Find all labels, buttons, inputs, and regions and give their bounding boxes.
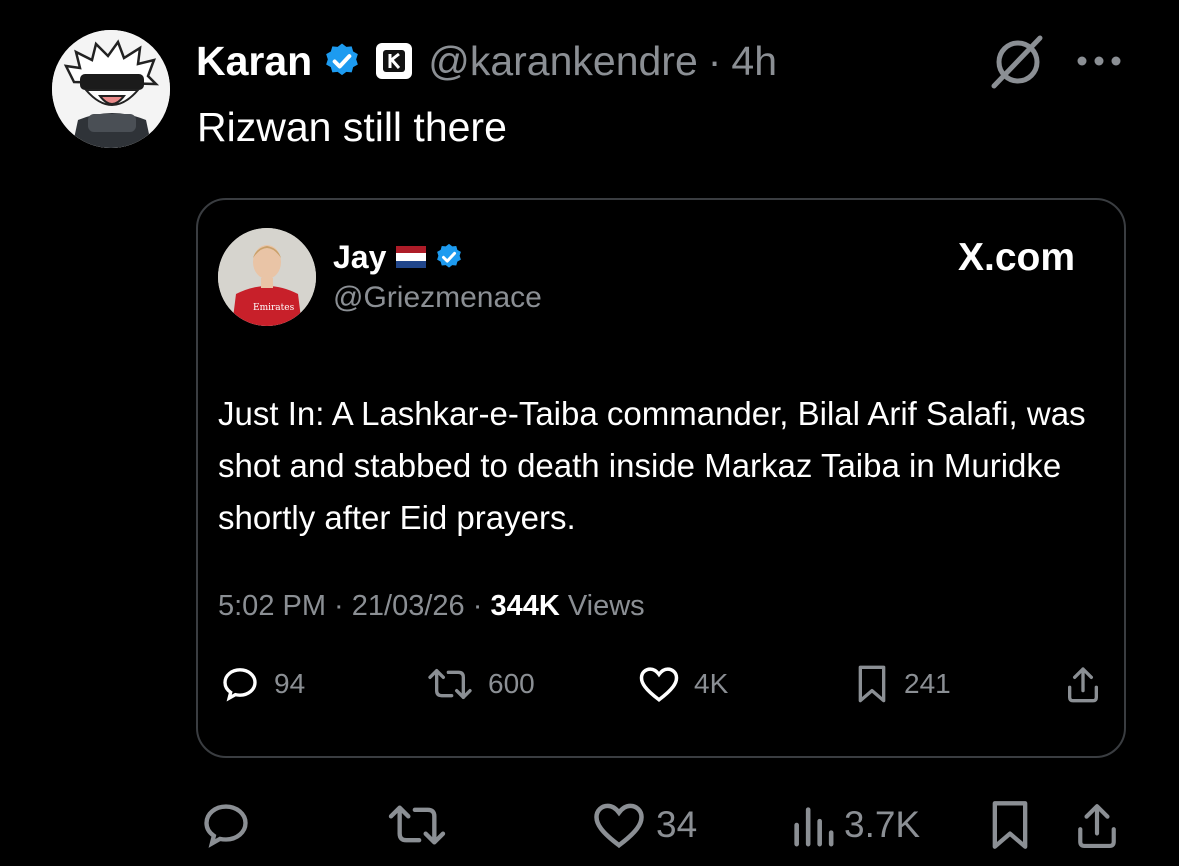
views-count: 3.7K — [844, 804, 921, 845]
quoted-reply-action: 94 — [220, 662, 305, 706]
author-name[interactable]: Karan — [196, 38, 312, 85]
quoted-bookmark-count: 241 — [904, 668, 951, 699]
quoted-date: 21/03/26 — [351, 590, 465, 622]
quoted-author-avatar[interactable]: Emirates — [218, 228, 316, 326]
quoted-header: Jay — [333, 236, 464, 278]
author-handle[interactable]: @karankendre — [428, 38, 698, 85]
share-icon[interactable] — [1074, 799, 1120, 851]
quoted-author-name[interactable]: Jay — [333, 239, 386, 276]
more-icon[interactable] — [1074, 52, 1124, 70]
grok-icon[interactable] — [988, 34, 1048, 90]
share-button[interactable] — [1074, 798, 1120, 852]
quoted-reply-count: 94 — [274, 668, 306, 699]
verified-badge-icon[interactable] — [434, 242, 464, 272]
post-text: Rizwan still there — [197, 104, 507, 150]
quoted-post-text: Just In: A Lashkar-e-Taiba commander, Bi… — [218, 395, 1086, 536]
quoted-time: 5:02 PM — [218, 590, 326, 622]
like-button[interactable]: 34 — [592, 798, 697, 852]
verified-badge-icon[interactable] — [322, 41, 362, 81]
source-label: X.com — [958, 236, 1076, 279]
quoted-like-action: 4K — [638, 662, 728, 706]
repost-icon — [426, 664, 474, 704]
quoted-repost-count: 600 — [488, 668, 535, 699]
repost-icon[interactable] — [386, 799, 448, 851]
post-header: Karan @karankendre · 4h — [196, 34, 777, 88]
views-icon[interactable] — [790, 802, 834, 848]
affiliate-k-icon[interactable] — [376, 43, 413, 79]
post-time[interactable]: 4h — [731, 38, 777, 85]
quoted-like-count: 4K — [694, 668, 729, 699]
quoted-bookmark-action: 241 — [854, 662, 951, 706]
bookmark-icon — [854, 664, 890, 704]
like-count: 34 — [656, 804, 698, 845]
like-icon — [638, 664, 680, 704]
share-icon — [1064, 664, 1102, 704]
svg-text:Emirates: Emirates — [253, 303, 295, 313]
views-button[interactable]: 3.7K — [790, 798, 920, 852]
bookmark-icon[interactable] — [988, 799, 1032, 851]
quoted-author-handle[interactable]: @Griezmenace — [333, 281, 542, 315]
reply-icon[interactable] — [200, 799, 252, 851]
quoted-views-label: Views — [567, 590, 645, 622]
like-icon[interactable] — [592, 800, 646, 850]
bookmark-button[interactable] — [988, 798, 1032, 852]
repost-button[interactable] — [386, 798, 448, 852]
reply-icon — [220, 664, 260, 704]
author-avatar[interactable] — [52, 30, 170, 148]
quoted-post-meta: 5:02 PM · 21/03/26 · 344K Views — [218, 590, 645, 622]
separator: · — [707, 37, 722, 84]
quoted-views-count: 344K — [490, 590, 560, 622]
netherlands-flag-icon — [396, 246, 427, 268]
quoted-share-action — [1064, 662, 1102, 706]
reply-button[interactable] — [200, 798, 252, 852]
quoted-repost-action: 600 — [426, 662, 535, 706]
